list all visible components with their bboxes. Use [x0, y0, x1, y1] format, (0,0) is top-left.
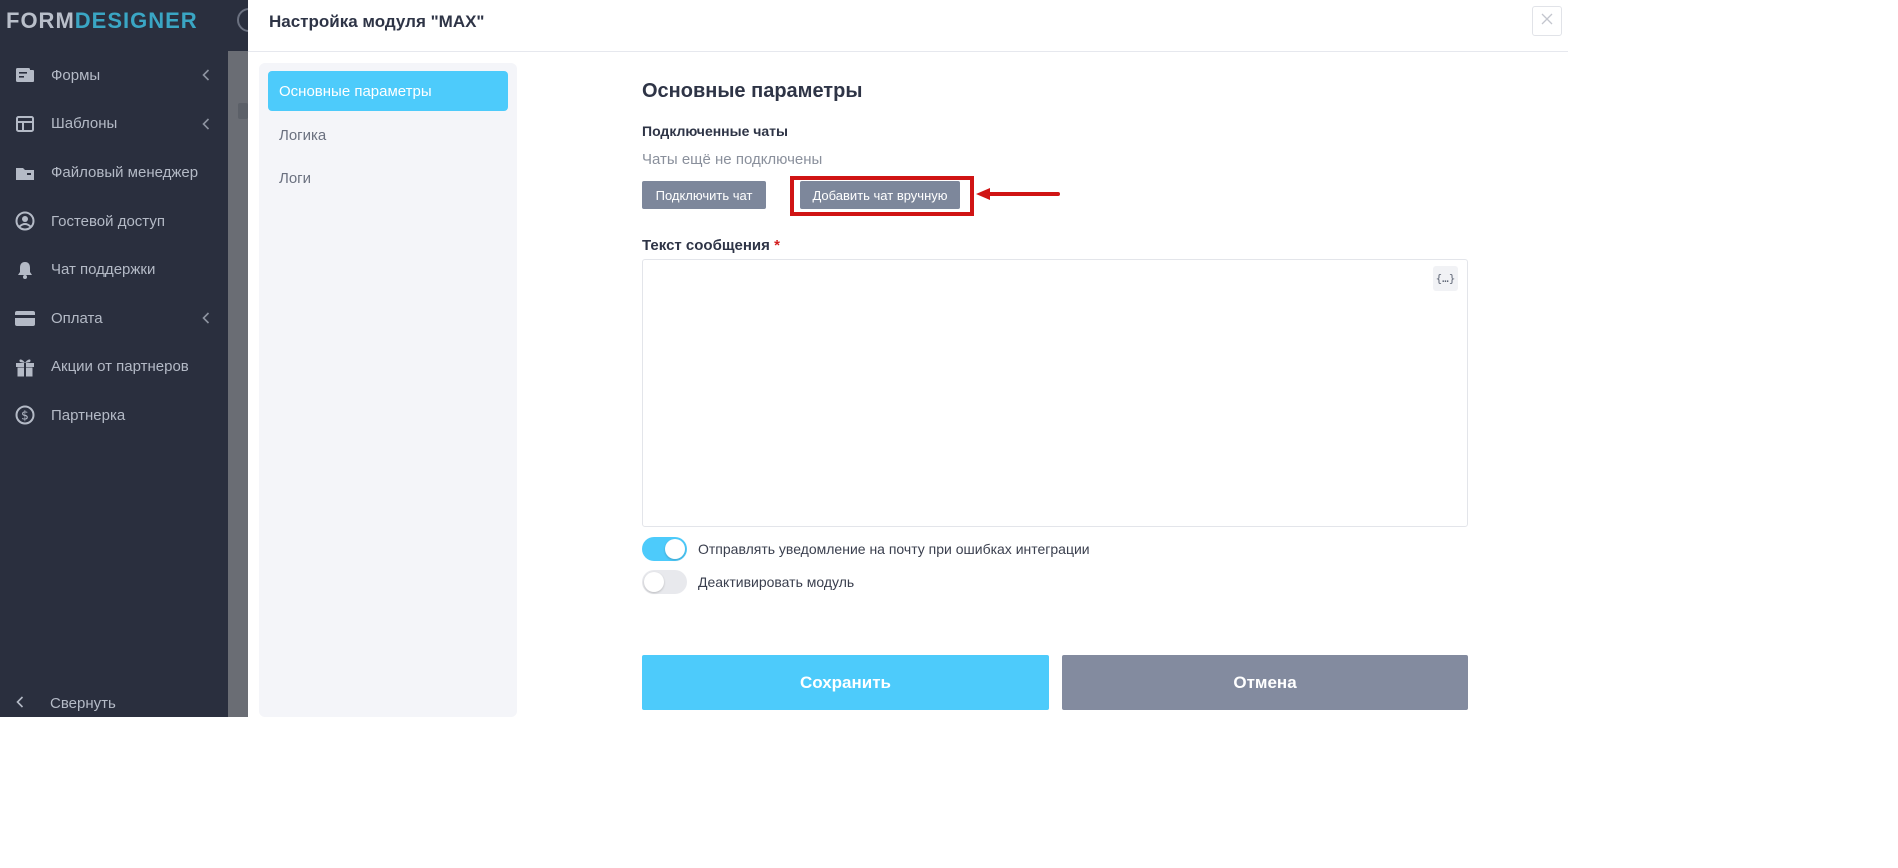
tab-logic[interactable]: Логика: [268, 115, 508, 155]
dollar-circle-icon: $: [14, 404, 36, 426]
close-button[interactable]: [1532, 6, 1562, 36]
page-overlay: [228, 51, 248, 717]
save-button[interactable]: Сохранить: [642, 655, 1049, 710]
deactivate-module-toggle-row: Деактивировать модуль: [642, 570, 854, 594]
templates-icon: [14, 113, 36, 135]
forms-icon: [14, 64, 36, 86]
email-notify-toggle[interactable]: [642, 537, 687, 561]
modal-header: Настройка модуля "MAX": [248, 0, 1568, 52]
sidebar-collapse-button[interactable]: Свернуть: [0, 690, 228, 717]
variables-icon: {…}: [1435, 272, 1456, 285]
chevron-left-icon: [202, 117, 210, 134]
sidebar-item-label: Оплата: [51, 309, 103, 327]
chevron-left-icon: [202, 68, 210, 85]
sidebar-item-file-manager[interactable]: Файловый менеджер: [0, 148, 228, 197]
deactivate-module-toggle[interactable]: [642, 570, 687, 594]
sidebar-item-label: Формы: [51, 66, 101, 84]
sidebar-nav: Формы Шаблоны Файловый менеджер Гостевой…: [0, 51, 228, 440]
connect-chat-button[interactable]: Подключить чат: [642, 181, 766, 209]
bell-icon: [14, 259, 36, 281]
tab-basic-params[interactable]: Основные параметры: [268, 71, 508, 111]
svg-text:$: $: [21, 409, 29, 423]
sidebar-item-forms[interactable]: Формы: [0, 51, 228, 100]
user-circle-icon: [14, 210, 36, 232]
email-notify-label: Отправлять уведомление на почту при ошиб…: [698, 541, 1090, 557]
app-sidebar: FORMDESIGNER Формы Шаблоны Файловый мене…: [0, 0, 261, 717]
credit-card-icon: [14, 307, 36, 329]
section-heading: Основные параметры: [642, 80, 863, 102]
cancel-button[interactable]: Отмена: [1062, 655, 1468, 710]
sidebar-item-label: Партнерка: [51, 406, 126, 424]
modal-title: Настройка модуля "MAX": [269, 12, 485, 31]
message-textarea[interactable]: {…}: [642, 259, 1468, 527]
close-icon: [1541, 12, 1553, 30]
deactivate-module-label: Деактивировать модуль: [698, 574, 855, 590]
gift-icon: [14, 356, 36, 378]
connected-chats-label: Подключенные чаты: [642, 123, 788, 139]
folder-icon: [14, 161, 36, 183]
module-settings-menu: Основные параметры Логика Логи: [259, 63, 517, 717]
sidebar-item-label: Гостевой доступ: [51, 212, 165, 230]
sidebar-item-label: Чат поддержки: [51, 261, 156, 279]
annotation-arrow-icon: [976, 186, 1060, 207]
no-chats-text: Чаты ещё не подключены: [642, 151, 823, 168]
annotation-highlight-box: [790, 176, 974, 216]
module-settings-modal: Настройка модуля "MAX" Основные параметр…: [248, 0, 1568, 717]
message-text-label: Текст сообщения *: [642, 237, 780, 254]
sidebar-item-label: Акции от партнеров: [51, 358, 189, 376]
chevron-left-icon: [202, 311, 210, 328]
email-notify-toggle-row: Отправлять уведомление на почту при ошиб…: [642, 537, 1090, 561]
sidebar-item-label: Файловый менеджер: [51, 163, 199, 181]
sidebar-collapse-label: Свернуть: [50, 695, 116, 712]
insert-variable-button[interactable]: {…}: [1433, 266, 1458, 291]
tab-logs[interactable]: Логи: [268, 158, 508, 198]
chevron-left-icon: [16, 695, 24, 712]
sidebar-item-partner-promos[interactable]: Акции от партнеров: [0, 343, 228, 392]
sidebar-item-affiliate[interactable]: $ Партнерка: [0, 391, 228, 440]
required-mark: *: [774, 237, 780, 254]
sidebar-item-templates[interactable]: Шаблоны: [0, 100, 228, 149]
sidebar-item-label: Шаблоны: [51, 115, 118, 133]
app-logo[interactable]: FORMDESIGNER: [6, 8, 198, 34]
sidebar-item-support-chat[interactable]: Чат поддержки: [0, 245, 228, 294]
sidebar-item-payment[interactable]: Оплата: [0, 294, 228, 343]
sidebar-item-guest-access[interactable]: Гостевой доступ: [0, 197, 228, 246]
